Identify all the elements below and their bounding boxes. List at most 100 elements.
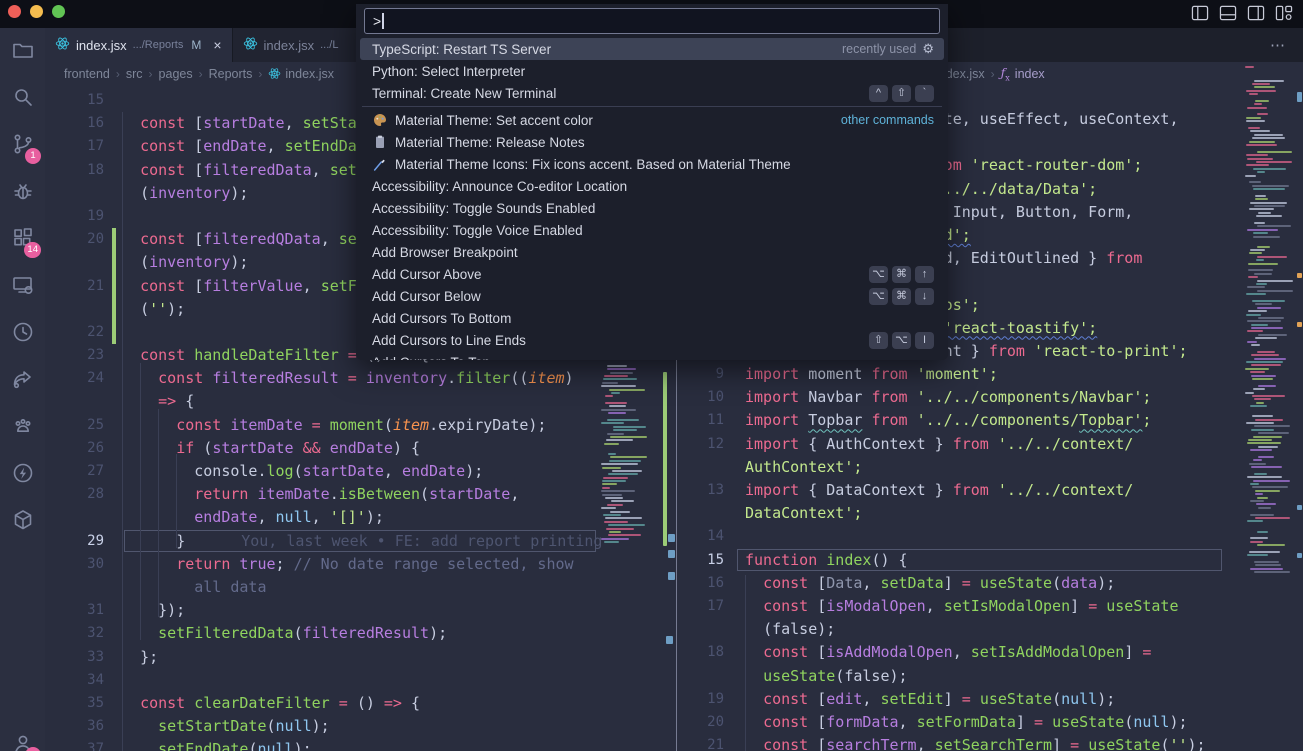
code-line[interactable]: 11import Topbar from '../../components/T… bbox=[678, 409, 1303, 432]
minimap[interactable] bbox=[600, 358, 646, 544]
clipboard-icon bbox=[372, 134, 388, 150]
customize-layout-icon[interactable] bbox=[1275, 5, 1293, 21]
code-line[interactable]: 34 bbox=[45, 669, 675, 692]
badge: 14 bbox=[24, 242, 41, 258]
activity-item-live-share[interactable] bbox=[0, 359, 45, 399]
tab-directory: .../Reports bbox=[133, 39, 184, 51]
code-line[interactable]: 36 setStartDate(null); bbox=[45, 715, 675, 738]
toggle-panel-icon[interactable] bbox=[1219, 5, 1237, 21]
activity-item-explorer[interactable] bbox=[0, 30, 45, 70]
code-line[interactable]: 37 setEndDate(null); bbox=[45, 738, 675, 751]
code-line[interactable]: 35 const clearDateFilter = () => { bbox=[45, 692, 675, 715]
activity-item-search[interactable] bbox=[0, 77, 45, 117]
gear-icon[interactable]: ⚙ bbox=[922, 41, 934, 57]
command-item[interactable]: Add Cursor Above⌥⌘↑ bbox=[360, 263, 944, 285]
breadcrumb-symbol[interactable]: index bbox=[1015, 67, 1045, 81]
code-line[interactable]: 10import Navbar from '../../components/N… bbox=[678, 386, 1303, 409]
line-number: 23 bbox=[45, 344, 104, 367]
other-commands-link[interactable]: other commands bbox=[841, 113, 934, 127]
code-line[interactable]: 19 const [edit, setEdit] = useState(null… bbox=[678, 688, 1303, 711]
activity-item-extensions[interactable]: 14 bbox=[0, 218, 45, 258]
breadcrumb-item[interactable]: index.jsx bbox=[285, 67, 334, 81]
code-text: endDate, null, '[]'); bbox=[122, 506, 384, 529]
minimap[interactable] bbox=[1245, 66, 1297, 575]
code-text: const [formData, setFormData] = useState… bbox=[745, 711, 1188, 734]
activity-item-remote-explorer[interactable] bbox=[0, 265, 45, 305]
command-item[interactable]: Add Cursor Below⌥⌘↓ bbox=[360, 285, 944, 307]
code-line[interactable]: 33 }; bbox=[45, 646, 675, 669]
command-item[interactable]: Python: Select Interpreter bbox=[360, 60, 944, 82]
code-text: }You, last week • FE: add report printin… bbox=[122, 530, 602, 553]
command-item[interactable]: Add Browser Breakpoint bbox=[360, 241, 944, 263]
code-line[interactable]: 21 const [searchTerm, setSearchTerm] = u… bbox=[678, 734, 1303, 751]
command-input[interactable]: > bbox=[364, 8, 940, 34]
tab-index-jsx-reports[interactable]: index.jsx .../Reports M × bbox=[45, 28, 233, 62]
activity-item-account[interactable] bbox=[0, 723, 45, 751]
code-line[interactable]: 13import { DataContext } from '../../con… bbox=[678, 479, 1303, 502]
line-number: 30 bbox=[45, 553, 104, 576]
code-line[interactable]: useState(false); bbox=[678, 665, 1303, 688]
code-line[interactable]: 17 const [isModalOpen, setIsModalOpen] =… bbox=[678, 595, 1303, 618]
command-item[interactable]: Terminal: Create New Terminal^⇧` bbox=[360, 82, 944, 104]
minimize-window-button[interactable] bbox=[30, 5, 43, 18]
ruler-modified-marker bbox=[1297, 505, 1302, 510]
command-label: Add Cursors To Top bbox=[372, 355, 490, 361]
toggle-sidebar-right-icon[interactable] bbox=[1247, 5, 1265, 21]
indent-guide bbox=[122, 112, 123, 751]
code-line[interactable]: (false); bbox=[678, 618, 1303, 641]
code-text: return itemDate.isBetween(startDate, bbox=[122, 483, 519, 506]
code-line[interactable]: 14 bbox=[678, 525, 1303, 548]
code-line[interactable]: 9import moment from 'moment'; bbox=[678, 363, 1303, 386]
code-text: DataContext'; bbox=[745, 502, 862, 525]
command-item[interactable]: Material Theme: Set accent colorother co… bbox=[360, 109, 944, 131]
code-line[interactable]: DataContext'; bbox=[678, 502, 1303, 525]
command-label: Add Cursor Above bbox=[372, 267, 482, 282]
line-number: 19 bbox=[45, 205, 104, 228]
code-text: }); bbox=[122, 599, 185, 622]
code-line[interactable]: 12import { AuthContext } from '../../con… bbox=[678, 433, 1303, 456]
code-line[interactable]: 20 const [formData, setFormData] = useSt… bbox=[678, 711, 1303, 734]
command-item[interactable]: Add Cursors To Bottom bbox=[360, 307, 944, 329]
code-text: const [isAddModalOpen, setIsAddModalOpen… bbox=[745, 641, 1151, 664]
react-file-icon bbox=[243, 36, 258, 54]
more-actions-icon[interactable]: ⋯ bbox=[1270, 36, 1287, 54]
activity-item-codetour[interactable] bbox=[0, 406, 45, 446]
maximize-window-button[interactable] bbox=[52, 5, 65, 18]
command-item[interactable]: Add Cursors To Top bbox=[360, 351, 944, 360]
toggle-sidebar-left-icon[interactable] bbox=[1191, 5, 1209, 21]
close-tab-icon[interactable]: × bbox=[213, 37, 221, 53]
command-label: Accessibility: Announce Co-editor Locati… bbox=[372, 179, 627, 194]
command-item[interactable]: Accessibility: Toggle Voice Enabled bbox=[360, 219, 944, 241]
command-item[interactable]: TypeScript: Restart TS Serverrecently us… bbox=[360, 38, 944, 60]
ruler-modified-marker bbox=[668, 534, 675, 542]
command-item[interactable]: Accessibility: Announce Co-editor Locati… bbox=[360, 175, 944, 197]
breadcrumb-item[interactable]: src bbox=[126, 67, 143, 81]
code-text: return true; // No date range selected, … bbox=[122, 553, 574, 576]
badge bbox=[25, 747, 41, 751]
code-line[interactable]: 15function index() { bbox=[678, 549, 1303, 572]
line-number: 25 bbox=[45, 414, 104, 437]
close-window-button[interactable] bbox=[8, 5, 21, 18]
activity-item-source-control[interactable]: 1 bbox=[0, 124, 45, 164]
command-label: Accessibility: Toggle Voice Enabled bbox=[372, 223, 583, 238]
breadcrumb-item[interactable]: Reports bbox=[209, 67, 253, 81]
code-line[interactable]: 16 const [Data, setData] = useState(data… bbox=[678, 572, 1303, 595]
command-item[interactable]: Material Theme Icons: Fix icons accent. … bbox=[360, 153, 944, 175]
breadcrumb-item[interactable]: pages bbox=[159, 67, 193, 81]
line-number: 27 bbox=[45, 460, 104, 483]
command-item[interactable]: Accessibility: Toggle Sounds Enabled bbox=[360, 197, 944, 219]
line-number: 36 bbox=[45, 715, 104, 738]
command-item[interactable]: Add Cursors to Line Ends⇧⌥I bbox=[360, 329, 944, 351]
explorer-icon bbox=[11, 38, 35, 62]
breadcrumb-item[interactable]: frontend bbox=[64, 67, 110, 81]
command-item[interactable]: Material Theme: Release Notes bbox=[360, 131, 944, 153]
code-line[interactable]: 18 const [isAddModalOpen, setIsAddModalO… bbox=[678, 641, 1303, 664]
activity-item-thunder-client[interactable] bbox=[0, 453, 45, 493]
brush-icon bbox=[372, 156, 388, 172]
activity-item-debug[interactable] bbox=[0, 171, 45, 211]
code-text: useState(false); bbox=[745, 665, 908, 688]
activity-item-package[interactable] bbox=[0, 500, 45, 540]
code-line[interactable]: AuthContext'; bbox=[678, 456, 1303, 479]
activity-item-gitlens[interactable] bbox=[0, 312, 45, 352]
command-label: TypeScript: Restart TS Server bbox=[372, 42, 551, 57]
